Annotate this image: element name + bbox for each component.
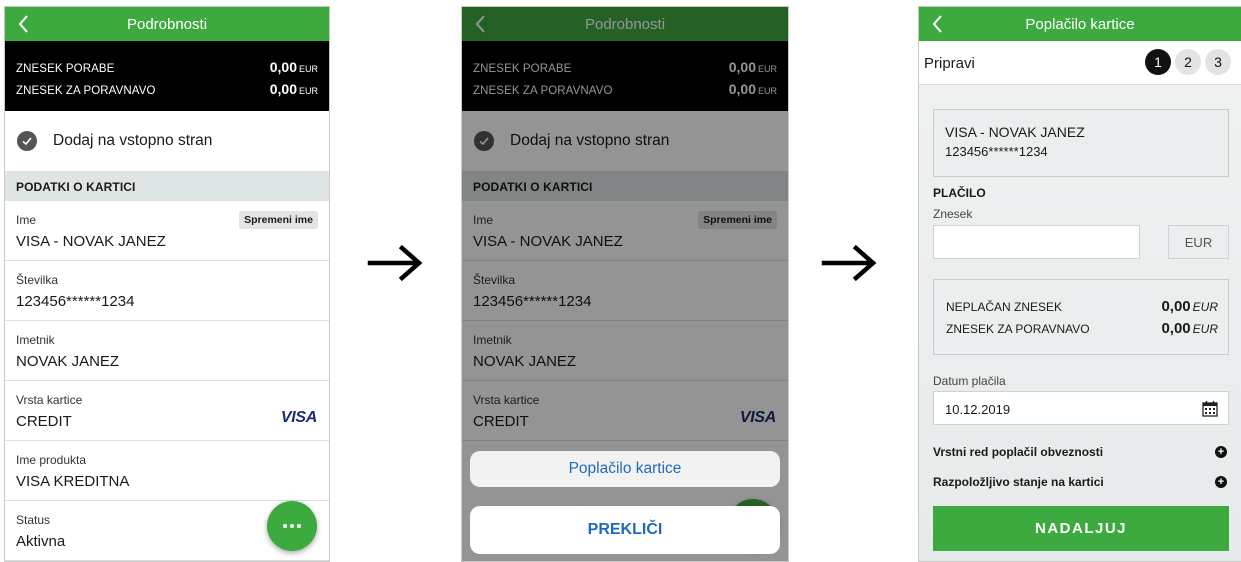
screen-action-sheet: Podrobnosti ZNESEK PORABE 0,00 EUR ZNESEK…: [461, 6, 789, 562]
flow-arrow-icon: [367, 244, 423, 282]
back-arrow-icon[interactable]: [15, 12, 33, 36]
visa-logo: VISA: [280, 409, 317, 426]
back-arrow-icon[interactable]: [929, 12, 947, 36]
cancel-button[interactable]: PREKLIČI: [470, 506, 780, 554]
recipient-card-box: VISA - NOVAK JANEZ 123456******1234: [933, 109, 1229, 177]
screen-title: Podrobnosti: [126, 15, 208, 33]
field-name: Ime VISA - NOVAK JANEZ Spremeni ime: [5, 201, 329, 261]
available-balance-expander[interactable]: Razpoložljivo stanje na kartici +: [933, 475, 1227, 489]
continue-button[interactable]: NADALJUJ: [933, 506, 1229, 551]
unpaid-amount-row: NEPLAČAN ZNESEK 0,00 EUR: [946, 298, 1218, 315]
more-actions-button[interactable]: [267, 501, 317, 551]
payment-section-title: PLAČILO: [933, 186, 986, 200]
screen-card-details: Podrobnosti ZNESEK PORABE 0,00 EUR ZNESEK…: [4, 6, 330, 562]
settlement-row: ZNESEK ZA PORAVNAVO 0,00 EUR: [16, 81, 318, 97]
balance-summary-box: NEPLAČAN ZNESEK 0,00 EUR ZNESEK ZA PORAVN…: [933, 279, 1229, 355]
add-to-home-toggle[interactable]: Dodaj na vstopno stran: [5, 111, 329, 171]
step-2: 2: [1175, 49, 1201, 75]
field-holder: Imetnik NOVAK JANEZ: [5, 321, 329, 381]
plus-icon: +: [1215, 446, 1227, 458]
balance-summary: ZNESEK PORABE 0,00 EUR ZNESEK ZA PORAVNAV…: [5, 41, 329, 111]
amount-label: Znesek: [933, 207, 973, 221]
step-title: Pripravi: [924, 55, 975, 72]
calendar-icon[interactable]: [1202, 400, 1218, 417]
more-dots-icon: [283, 524, 301, 528]
settlement-amount-row: ZNESEK ZA PORAVNAVO 0,00 EUR: [946, 320, 1218, 337]
field-number: Številka 123456******1234: [5, 261, 329, 321]
checkmark-icon: [17, 131, 37, 151]
amount-input[interactable]: [933, 225, 1140, 259]
repayment-order-expander[interactable]: Vrstni red poplačil obveznosti +: [933, 445, 1227, 459]
screen-card-repayment: Poplačilo kartice VISA - NOVAK JANEZ 123…: [918, 6, 1241, 562]
payment-date-field[interactable]: 10.12.2019: [933, 391, 1229, 425]
screen-title: Poplačilo kartice: [1025, 15, 1135, 33]
spending-row: ZNESEK PORABE 0,00 EUR: [16, 59, 318, 75]
step-3: 3: [1205, 49, 1231, 75]
step-1: 1: [1145, 49, 1171, 75]
card-repayment-option[interactable]: Poplačilo kartice: [470, 451, 780, 487]
top-bar: Poplačilo kartice: [919, 7, 1241, 41]
top-bar: Podrobnosti: [5, 7, 329, 41]
payment-date-label: Datum plačila: [933, 374, 1006, 388]
field-card-type: Vrsta kartice CREDIT VISA: [5, 381, 329, 441]
rename-button[interactable]: Spremeni ime: [239, 211, 318, 229]
step-indicator-bar: Pripravi 1 2 3: [919, 41, 1241, 85]
flow-arrow-icon: [821, 244, 877, 282]
currency-field: EUR: [1168, 225, 1229, 259]
field-product: Ime produkta VISA KREDITNA: [5, 441, 329, 501]
plus-icon: +: [1215, 476, 1227, 488]
section-header-card-info: PODATKI O KARTICI: [5, 171, 329, 201]
